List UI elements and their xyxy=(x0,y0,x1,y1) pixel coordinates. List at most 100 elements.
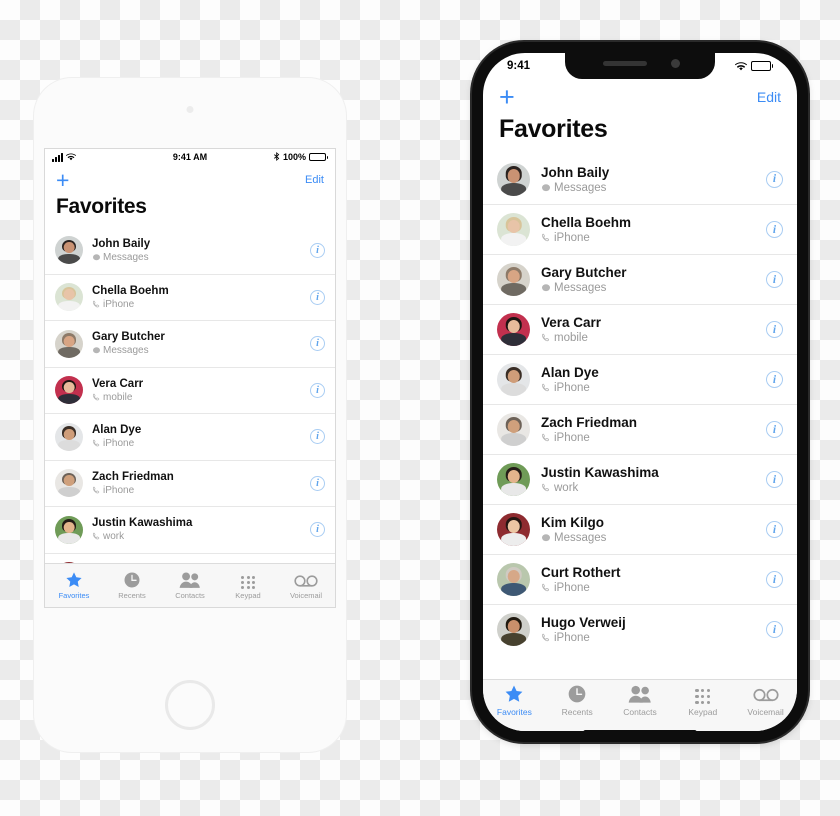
favorite-row[interactable]: Chella Boehm iPhone i xyxy=(483,204,797,254)
favorite-text: Chella Boehm iPhone xyxy=(92,285,310,310)
tab-recents[interactable]: Recents xyxy=(103,571,161,600)
favorite-row[interactable]: Justin Kawashima work i xyxy=(483,454,797,504)
contact-subtitle: Messages xyxy=(541,182,766,194)
phone-app-screen-left: 9:41 AM 100% + Edit Favorites John Baily… xyxy=(44,148,336,608)
info-circle-icon[interactable]: i xyxy=(310,429,325,445)
avatar xyxy=(497,413,530,446)
phone-handset-icon xyxy=(92,439,100,448)
info-circle-icon[interactable]: i xyxy=(310,242,325,258)
info-circle-icon[interactable]: i xyxy=(766,170,783,188)
contact-subtitle-label: Messages xyxy=(103,251,149,263)
contact-subtitle-label: iPhone xyxy=(554,232,590,244)
front-camera-icon xyxy=(186,106,194,113)
tab-keypad[interactable]: Keypad xyxy=(671,684,734,717)
favorites-list-right[interactable]: John Baily Messages i Chella Boehm iPhone i Ga… xyxy=(483,154,797,654)
info-circle-icon[interactable]: i xyxy=(766,521,783,538)
contact-subtitle-label: work xyxy=(103,531,125,543)
favorite-row[interactable]: Gary Butcher Messages i xyxy=(483,254,797,304)
info-circle-icon[interactable]: i xyxy=(766,271,783,288)
favorite-row[interactable]: Hugo Verweij iPhone i xyxy=(483,604,797,654)
add-favorite-button[interactable]: + xyxy=(56,168,69,192)
tab-label: Voicemail xyxy=(747,707,784,717)
edit-button[interactable]: Edit xyxy=(757,89,781,105)
favorite-row[interactable]: Chella Boehm iPhone i xyxy=(45,273,335,320)
info-circle-icon[interactable]: i xyxy=(310,336,325,352)
info-circle-icon[interactable]: i xyxy=(766,321,783,338)
contact-name: Kim Kilgo xyxy=(541,515,604,530)
status-bar: 9:41 xyxy=(483,53,797,79)
favorite-row[interactable]: Alan Dye iPhone i xyxy=(483,354,797,404)
favorites-list-left[interactable]: John Baily Messages i Chella Boehm iPhone i Ga… xyxy=(45,227,335,607)
info-circle-icon[interactable]: i xyxy=(310,475,325,491)
info-circle-icon[interactable]: i xyxy=(310,289,325,305)
favorite-row[interactable]: Kim Kilgo Messages i xyxy=(483,504,797,554)
favorite-row[interactable]: Justin Kawashima work i xyxy=(45,506,335,553)
favorite-text: Alan Dye iPhone xyxy=(92,424,310,449)
battery-full-icon xyxy=(309,153,328,161)
contact-name: Justin Kawashima xyxy=(541,465,659,480)
contact-subtitle: iPhone xyxy=(92,485,310,496)
avatar xyxy=(55,515,83,544)
favorite-row[interactable]: John Baily Messages i xyxy=(45,227,335,274)
info-circle-icon[interactable]: i xyxy=(766,571,783,588)
contact-subtitle: iPhone xyxy=(541,232,766,244)
add-favorite-button[interactable]: + xyxy=(499,83,515,111)
edit-button[interactable]: Edit xyxy=(305,174,324,186)
contact-name: Vera Carr xyxy=(92,377,144,390)
battery-percent-label: 100% xyxy=(282,152,306,162)
favorite-row[interactable]: Gary Butcher Messages i xyxy=(45,320,335,367)
message-bubble-icon xyxy=(541,183,550,192)
message-bubble-icon xyxy=(92,347,100,355)
contact-subtitle: mobile xyxy=(541,332,766,344)
home-button[interactable] xyxy=(165,680,215,730)
people-icon xyxy=(179,571,201,589)
avatar xyxy=(55,236,83,265)
contact-subtitle-label: iPhone xyxy=(554,632,590,644)
status-time: 9:41 AM xyxy=(172,152,208,162)
wifi-icon xyxy=(66,153,76,161)
phone-handset-icon xyxy=(541,433,550,443)
favorite-row[interactable]: Zach Friedman iPhone i xyxy=(483,404,797,454)
info-circle-icon[interactable]: i xyxy=(310,522,325,538)
favorite-text: Justin Kawashima work xyxy=(541,465,766,494)
favorite-text: Zach Friedman iPhone xyxy=(541,415,766,444)
page-title: Favorites xyxy=(499,115,608,143)
info-circle-icon[interactable]: i xyxy=(766,371,783,388)
tab-bar-left[interactable]: Favorites Recents Contacts Keypad Voicemail xyxy=(45,563,335,607)
tab-label: Keypad xyxy=(688,707,718,717)
info-circle-icon[interactable]: i xyxy=(766,421,783,438)
favorite-row[interactable]: Curt Rothert iPhone i xyxy=(483,554,797,604)
tab-contacts[interactable]: Contacts xyxy=(609,684,672,717)
tab-voicemail[interactable]: Voicemail xyxy=(277,571,335,600)
iphone-8-device: 9:41 AM 100% + Edit Favorites John Baily… xyxy=(34,78,346,752)
avatar xyxy=(55,376,83,405)
info-circle-icon[interactable]: i xyxy=(766,221,783,238)
contact-name: Zach Friedman xyxy=(541,415,638,430)
tab-bar-right[interactable]: Favorites Recents Contacts Keypad Voicemail xyxy=(483,679,797,731)
favorite-row[interactable]: Vera Carr mobile i xyxy=(45,366,335,413)
favorite-row[interactable]: Alan Dye iPhone i xyxy=(45,413,335,460)
favorite-row[interactable]: John Baily Messages i xyxy=(483,154,797,204)
tab-label: Contacts xyxy=(623,707,657,717)
contact-name: Hugo Verweij xyxy=(541,615,626,630)
battery-full-icon xyxy=(751,61,773,71)
avatar xyxy=(497,463,530,496)
info-circle-icon[interactable]: i xyxy=(766,621,783,638)
contact-subtitle-label: work xyxy=(554,482,579,494)
favorite-row[interactable]: Vera Carr mobile i xyxy=(483,304,797,354)
info-circle-icon[interactable]: i xyxy=(766,471,783,488)
avatar xyxy=(497,313,530,346)
contact-subtitle-label: iPhone xyxy=(554,382,590,394)
tab-contacts[interactable]: Contacts xyxy=(161,571,219,600)
contact-subtitle-label: iPhone xyxy=(554,432,590,444)
tab-voicemail[interactable]: Voicemail xyxy=(734,684,797,717)
favorite-row[interactable]: Zach Friedman iPhone i xyxy=(45,459,335,506)
tab-label: Favorites xyxy=(496,707,532,717)
navigation-bar: + Edit xyxy=(45,165,335,195)
info-circle-icon[interactable]: i xyxy=(310,382,325,398)
tab-keypad[interactable]: Keypad xyxy=(219,571,277,600)
home-indicator[interactable] xyxy=(583,730,697,735)
tab-favorites[interactable]: Favorites xyxy=(483,684,546,717)
tab-favorites[interactable]: Favorites xyxy=(45,571,103,600)
tab-recents[interactable]: Recents xyxy=(546,684,609,717)
